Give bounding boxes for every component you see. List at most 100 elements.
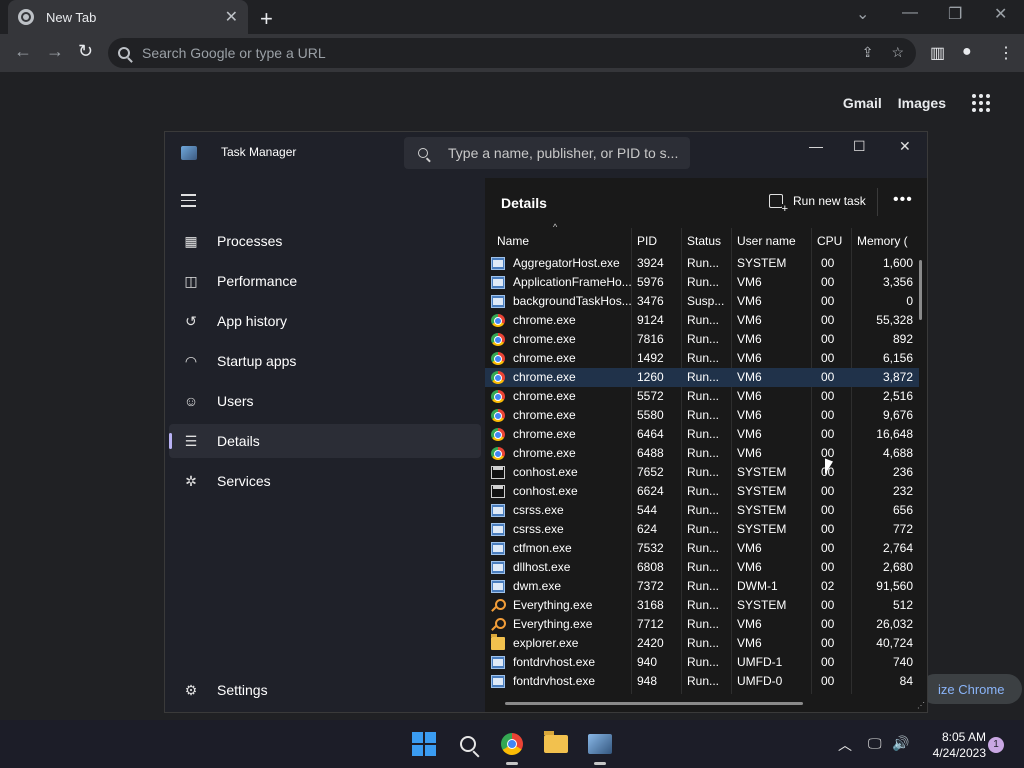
- network-icon[interactable]: 🖵: [868, 735, 882, 752]
- process-search-input[interactable]: [448, 145, 678, 161]
- table-row[interactable]: chrome.exe 1492 Run... VM6 00 6,156: [485, 349, 919, 368]
- table-row[interactable]: Everything.exe 3168 Run... SYSTEM 00 512: [485, 596, 919, 615]
- table-row[interactable]: ctfmon.exe 7532 Run... VM6 00 2,764: [485, 539, 919, 558]
- nav-users[interactable]: ☺ Users: [169, 384, 481, 418]
- column-memory[interactable]: Memory (: [851, 228, 919, 254]
- profile-icon[interactable]: ●: [962, 43, 972, 61]
- cell-mem: 1,600: [882, 256, 913, 270]
- tm-minimize-icon[interactable]: —: [809, 138, 823, 154]
- chrome-favicon-icon: [18, 9, 34, 25]
- table-row[interactable]: csrss.exe 544 Run... SYSTEM 00 656: [485, 501, 919, 520]
- cell-cpu: 00: [821, 484, 835, 498]
- cell-user: VM6: [737, 617, 762, 631]
- omnibox-input[interactable]: [142, 45, 822, 61]
- customize-chrome-button[interactable]: ize Chrome: [920, 674, 1023, 704]
- images-link[interactable]: Images: [898, 95, 946, 111]
- side-panel-icon[interactable]: ▥: [930, 43, 945, 63]
- show-hidden-icons-chevron-icon[interactable]: ︿: [838, 735, 852, 755]
- table-row[interactable]: dllhost.exe 6808 Run... VM6 00 2,680: [485, 558, 919, 577]
- nav-label: Details: [217, 433, 260, 449]
- close-window-icon[interactable]: ✕: [994, 4, 1007, 24]
- tm-close-icon[interactable]: ✕: [899, 138, 911, 155]
- task-manager-window: Task Manager — ☐ ✕ ▦ Processes ◫ Perform…: [164, 131, 928, 713]
- column-name[interactable]: Name: [491, 228, 631, 254]
- table-row[interactable]: chrome.exe 5580 Run... VM6 00 9,676: [485, 406, 919, 425]
- omnibox[interactable]: ⇪ ☆: [108, 38, 916, 68]
- table-row[interactable]: chrome.exe 7816 Run... VM6 00 892: [485, 330, 919, 349]
- clock[interactable]: 8:05 AM 4/24/2023: [920, 729, 986, 761]
- nav-performance[interactable]: ◫ Performance: [169, 264, 481, 298]
- hamburger-menu-icon[interactable]: [181, 194, 196, 211]
- tm-maximize-icon[interactable]: ☐: [853, 138, 866, 155]
- table-row[interactable]: backgroundTaskHos... 3476 Susp... VM6 00 0: [485, 292, 919, 311]
- table-row[interactable]: Everything.exe 7712 Run... VM6 00 26,032: [485, 615, 919, 634]
- table-row[interactable]: fontdrvhost.exe 940 Run... UMFD-1 00 740: [485, 653, 919, 672]
- table-row[interactable]: csrss.exe 624 Run... SYSTEM 00 772: [485, 520, 919, 539]
- start-button[interactable]: [410, 730, 438, 758]
- column-user-name[interactable]: User name: [731, 228, 811, 254]
- horizontal-scrollbar[interactable]: [505, 702, 803, 705]
- nav-label: Performance: [217, 273, 298, 289]
- cell-user: VM6: [737, 332, 762, 346]
- cell-status: Run...: [687, 256, 720, 270]
- tab-new-tab[interactable]: New Tab ✕: [8, 0, 248, 34]
- minimize-icon[interactable]: —: [902, 4, 918, 22]
- new-tab-button[interactable]: +: [260, 6, 273, 32]
- cell-pid: 7816: [637, 332, 664, 346]
- cell-pid: 9124: [637, 313, 664, 327]
- nav-processes[interactable]: ▦ Processes: [169, 224, 481, 258]
- taskbar-file-explorer[interactable]: [542, 730, 570, 758]
- tab-close-icon[interactable]: ✕: [225, 7, 238, 27]
- back-icon[interactable]: ←: [14, 41, 32, 62]
- gmail-link[interactable]: Gmail: [843, 95, 882, 111]
- more-options-icon[interactable]: •••: [893, 191, 913, 209]
- share-icon[interactable]: ⇪: [862, 44, 874, 61]
- table-row[interactable]: chrome.exe 6488 Run... VM6 00 4,688: [485, 444, 919, 463]
- taskbar-task-manager[interactable]: [586, 730, 614, 765]
- nav-settings[interactable]: ⚙ Settings: [169, 673, 481, 707]
- table-row[interactable]: explorer.exe 2420 Run... VM6 00 40,724: [485, 634, 919, 653]
- cell-user: VM6: [737, 446, 762, 460]
- nav-details[interactable]: ☰ Details: [169, 424, 481, 458]
- cell-name: chrome.exe: [513, 408, 576, 422]
- table-row[interactable]: ApplicationFrameHo... 5976 Run... VM6 00 3,35…: [485, 273, 919, 292]
- run-new-task-button[interactable]: Run new task: [769, 194, 866, 214]
- table-row[interactable]: conhost.exe 7652 Run... SYSTEM 00 236: [485, 463, 919, 482]
- cell-status: Run...: [687, 351, 720, 365]
- process-search-box[interactable]: [404, 137, 690, 169]
- cell-status: Run...: [687, 465, 720, 479]
- table-row[interactable]: dwm.exe 7372 Run... DWM-1 02 91,560: [485, 577, 919, 596]
- volume-icon[interactable]: 🔊: [892, 735, 909, 752]
- taskbar-search-button[interactable]: [454, 730, 482, 758]
- table-row[interactable]: chrome.exe 6464 Run... VM6 00 16,648: [485, 425, 919, 444]
- reload-icon[interactable]: ↻: [78, 41, 93, 62]
- nav-services[interactable]: ✲ Services: [169, 464, 481, 498]
- vertical-scrollbar[interactable]: [919, 260, 922, 320]
- resize-grip-icon[interactable]: ⋰: [917, 701, 925, 710]
- nav-startup-apps[interactable]: ◠ Startup apps: [169, 344, 481, 378]
- column-cpu[interactable]: CPU: [811, 228, 851, 254]
- cell-cpu: 00: [821, 503, 835, 517]
- google-apps-icon[interactable]: [972, 94, 990, 112]
- bookmark-star-icon[interactable]: ☆: [891, 44, 904, 61]
- table-row[interactable]: AggregatorHost.exe 3924 Run... SYSTEM 00 1,60…: [485, 254, 919, 273]
- table-row[interactable]: fontdrvhost.exe 948 Run... UMFD-0 00 84: [485, 672, 919, 691]
- menu-kebab-icon[interactable]: ⋮: [998, 43, 1014, 63]
- restore-icon[interactable]: ❐: [948, 4, 962, 24]
- column-pid[interactable]: PID: [631, 228, 681, 254]
- tab-search-icon[interactable]: ⌄: [856, 4, 869, 24]
- cell-cpu: 00: [821, 617, 835, 631]
- run-new-task-icon: [769, 194, 788, 214]
- taskbar-chrome[interactable]: [498, 730, 526, 765]
- table-row[interactable]: conhost.exe 6624 Run... SYSTEM 00 232: [485, 482, 919, 501]
- table-row[interactable]: chrome.exe 9124 Run... VM6 00 55,328: [485, 311, 919, 330]
- cell-name: csrss.exe: [513, 503, 564, 517]
- cell-pid: 7372: [637, 579, 664, 593]
- column-status[interactable]: Status: [681, 228, 731, 254]
- nav-app-history[interactable]: ↺ App history: [169, 304, 481, 338]
- cell-mem: 6,156: [882, 351, 913, 365]
- table-row[interactable]: chrome.exe 1260 Run... VM6 00 3,872: [485, 368, 919, 387]
- notification-badge[interactable]: 1: [988, 737, 1004, 753]
- table-row[interactable]: chrome.exe 5572 Run... VM6 00 2,516: [485, 387, 919, 406]
- forward-icon[interactable]: →: [46, 41, 64, 62]
